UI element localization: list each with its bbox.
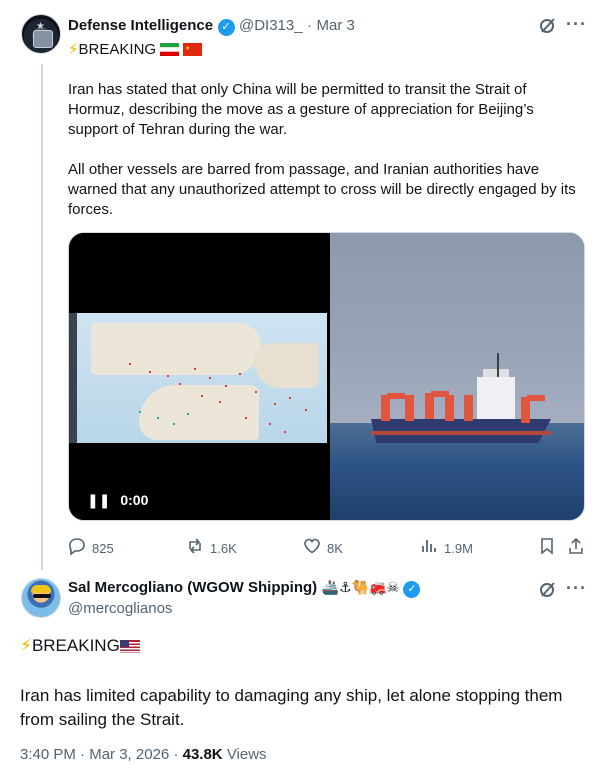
mercogliano-avatar[interactable]: [21, 578, 61, 618]
svg-text:★: ★: [185, 45, 190, 52]
main-handle[interactable]: @mercoglianos: [68, 600, 172, 617]
ship-superstructure: [477, 377, 515, 421]
analytics-icon: [420, 537, 438, 560]
parent-author-name[interactable]: Defense Intelligence: [68, 17, 213, 34]
iran-flag-icon: [160, 43, 180, 56]
main-tweet-header: Sal Mercogliano (WGOW Shipping) 🚢⚓🐫🚒☠ ✓: [68, 579, 421, 598]
parent-tweet-header: Defense Intelligence ✓ @DI313_ · Mar 3: [68, 17, 355, 36]
like-count: 8K: [327, 541, 343, 556]
views-total: 43.8K: [182, 746, 223, 763]
ship-crane: [464, 395, 473, 421]
bookmark-button[interactable]: [539, 537, 555, 560]
separator-dot: ·: [173, 746, 179, 763]
parent-paragraph-1: Iran has stated that only China will be …: [68, 81, 534, 138]
main-headline-text: BREAKING: [31, 636, 120, 655]
verified-badge-icon: ✓: [217, 19, 235, 36]
bookmark-icon: [539, 537, 555, 560]
map-landmass: [254, 343, 319, 388]
repost-button[interactable]: 1.6K: [186, 537, 237, 560]
reply-button[interactable]: 825: [68, 537, 114, 560]
more-icon[interactable]: ···: [566, 14, 587, 35]
avatar-hair: [31, 585, 51, 593]
defense-intelligence-avatar[interactable]: ★: [21, 14, 61, 54]
views-label: Views: [226, 746, 267, 763]
vessel-marker: [201, 395, 203, 397]
ship-crane: [445, 395, 454, 421]
like-button[interactable]: 8K: [303, 537, 343, 560]
tweet-time[interactable]: 3:40 PM: [20, 746, 76, 763]
lightning-emoji-icon: ⚡: [68, 41, 79, 58]
grok-icon[interactable]: [538, 579, 558, 604]
share-button[interactable]: [568, 537, 584, 560]
vessel-marker: [173, 423, 175, 425]
vessel-marker: [255, 391, 257, 393]
vessel-marker: [194, 368, 196, 370]
vessel-marker: [284, 431, 286, 433]
thread-line: [41, 64, 43, 570]
vessel-marker: [167, 375, 169, 377]
vessel-marker: [157, 417, 159, 419]
tweet-timestamp-row: 3:40 PM · Mar 3, 2026 · 43.8K Views: [20, 746, 267, 763]
parent-paragraph-2: All other vessels are barred from passag…: [68, 161, 576, 218]
reply-count: 825: [92, 541, 114, 556]
more-icon[interactable]: ···: [566, 578, 587, 599]
pause-icon[interactable]: ❚❚: [87, 492, 110, 508]
china-flag-icon: ★: [183, 43, 203, 56]
name-emojis: 🚢⚓🐫🚒☠: [321, 579, 400, 595]
lightning-emoji-icon: ⚡: [20, 636, 32, 655]
ship-crane: [387, 393, 405, 399]
share-icon: [568, 537, 584, 560]
vessel-marker: [269, 423, 271, 425]
media-grid[interactable]: ❚❚ 0:00: [68, 232, 585, 521]
parent-date[interactable]: Mar 3: [316, 17, 354, 34]
parent-headline: ⚡BREAKING ★: [68, 40, 203, 60]
vessel-marker: [219, 401, 221, 403]
ship-tracking-map: [69, 313, 327, 443]
map-landmass: [91, 323, 261, 375]
avatar-sunglasses: [33, 594, 51, 598]
us-flag-icon: [119, 640, 140, 653]
views-button[interactable]: 1.9M: [420, 537, 473, 560]
map-toolbar: [69, 313, 77, 443]
main-headline: ⚡BREAKING: [20, 634, 140, 658]
vessel-marker: [179, 383, 181, 385]
heart-icon: [303, 537, 321, 560]
parent-handle[interactable]: @DI313_: [239, 17, 303, 34]
vessel-marker: [209, 377, 211, 379]
repost-icon: [186, 537, 204, 560]
parent-headline-text: BREAKING: [78, 41, 157, 58]
vessel-marker: [305, 409, 307, 411]
main-author-name[interactable]: Sal Mercogliano (WGOW Shipping): [68, 579, 317, 596]
reply-icon: [68, 537, 86, 560]
vessel-marker: [245, 417, 247, 419]
tweet-date[interactable]: Mar 3, 2026: [89, 746, 169, 763]
separator-dot: ·: [307, 17, 313, 34]
vessel-marker: [139, 411, 141, 413]
map-landmass: [139, 385, 259, 440]
vessel-marker: [289, 397, 291, 399]
ship-crane: [405, 395, 414, 421]
video-controls[interactable]: ❚❚ 0:00: [87, 492, 148, 509]
ship-crane: [527, 395, 545, 401]
vessel-marker: [187, 413, 189, 415]
ship-waterline: [371, 431, 551, 435]
avatar-emblem: [33, 30, 53, 48]
vessel-marker: [149, 371, 151, 373]
repost-count: 1.6K: [210, 541, 237, 556]
grok-icon[interactable]: [538, 15, 558, 40]
ship-mast: [497, 353, 499, 377]
vessel-marker: [225, 385, 227, 387]
vessel-marker: [129, 363, 131, 365]
video-time: 0:00: [120, 492, 149, 508]
separator-dot: ·: [80, 746, 86, 763]
main-body: Iran has limited capability to damaging …: [20, 686, 563, 729]
views-count: 1.9M: [444, 541, 473, 556]
vessel-marker: [274, 403, 276, 405]
vessel-marker: [239, 373, 241, 375]
verified-badge-icon: ✓: [403, 581, 421, 598]
video-player[interactable]: ❚❚ 0:00: [69, 233, 327, 520]
